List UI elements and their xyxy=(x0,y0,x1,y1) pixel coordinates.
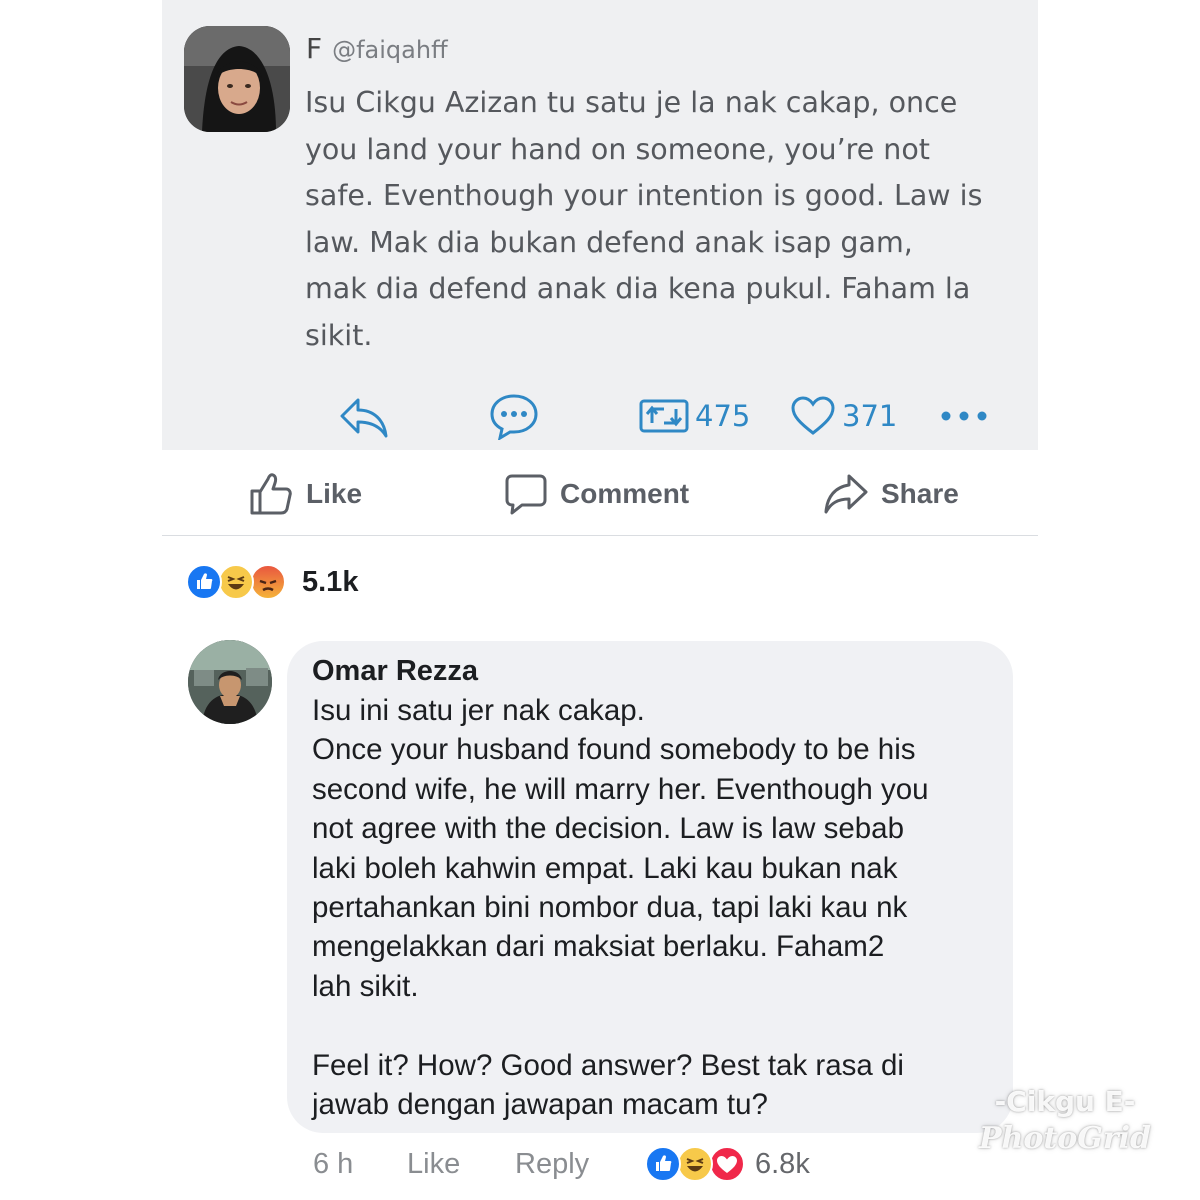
comment-button[interactable]: Comment xyxy=(504,469,689,519)
tweet-reply-button[interactable] xyxy=(338,390,390,442)
heart-outline-icon xyxy=(791,396,835,435)
reaction-count: 5.1k xyxy=(302,565,359,598)
haha-reaction-icon xyxy=(677,1146,713,1182)
watermark-line-2: PhotoGrid xyxy=(978,1121,1152,1156)
thumbs-up-icon xyxy=(250,473,292,515)
comment-like-button[interactable]: Like xyxy=(407,1148,460,1181)
tweet-author-name[interactable]: F xyxy=(306,32,322,65)
commenter-avatar[interactable] xyxy=(188,640,272,724)
like-reaction-icon xyxy=(186,564,222,600)
tweet-card: F @faiqahff Isu Cikgu Azizan tu satu je … xyxy=(162,0,1038,450)
angry-reaction-icon xyxy=(250,564,286,600)
share-button[interactable]: Share xyxy=(823,469,959,519)
love-reaction-icon xyxy=(709,1146,745,1182)
watermark-line-1: -Cikgu E- xyxy=(994,1085,1136,1118)
comment-bubble: Omar Rezza Isu ini satu jer nak cakap. O… xyxy=(287,641,1013,1133)
like-button-label: Like xyxy=(306,478,363,509)
comment-button-label: Comment xyxy=(560,478,690,509)
tweet-retweet-button[interactable]: 475 xyxy=(639,390,750,442)
comment-text: Isu ini satu jer nak cakap. Once your hu… xyxy=(312,694,929,1122)
watermark: -Cikgu E- PhotoGrid xyxy=(965,1085,1165,1159)
speech-bubble-icon xyxy=(490,394,538,440)
tweet-dm-button[interactable] xyxy=(488,390,540,442)
ellipsis-icon xyxy=(941,411,987,421)
retweet-count: 475 xyxy=(695,399,751,433)
tweet-like-button[interactable]: 371 xyxy=(790,390,897,442)
haha-reaction-icon xyxy=(218,564,254,600)
like-button[interactable]: Like xyxy=(248,469,362,519)
retweet-icon xyxy=(639,399,689,433)
comment-author[interactable]: Omar Rezza xyxy=(312,655,478,688)
commenter-avatar-image xyxy=(188,640,272,724)
reply-arrow-icon xyxy=(340,398,388,438)
like-reaction-icon xyxy=(645,1146,681,1182)
tweet-more-button[interactable] xyxy=(940,390,988,442)
comment-reactions[interactable]: 6.8k xyxy=(645,1146,810,1182)
comment-timestamp: 6 h xyxy=(313,1148,354,1180)
comment-reaction-count: 6.8k xyxy=(755,1147,810,1180)
like-count: 371 xyxy=(842,399,898,433)
tweet-avatar[interactable] xyxy=(184,26,290,132)
post-reactions[interactable]: 5.1k xyxy=(186,562,358,602)
tweet-action-bar: 475 371 xyxy=(162,390,1038,442)
tweet-text: Isu Cikgu Azizan tu satu je la nak cakap… xyxy=(305,86,983,352)
share-arrow-icon xyxy=(824,474,868,514)
comment-bubble-icon xyxy=(505,474,547,515)
divider xyxy=(162,535,1038,536)
tweet-author-handle[interactable]: @faiqahff xyxy=(332,36,448,64)
share-button-label: Share xyxy=(881,478,959,509)
tweet-avatar-image xyxy=(184,26,290,132)
comment-reply-button[interactable]: Reply xyxy=(515,1148,589,1181)
tweet-header: F @faiqahff xyxy=(306,32,448,66)
post-action-bar: Like Comment Share xyxy=(162,455,1038,535)
